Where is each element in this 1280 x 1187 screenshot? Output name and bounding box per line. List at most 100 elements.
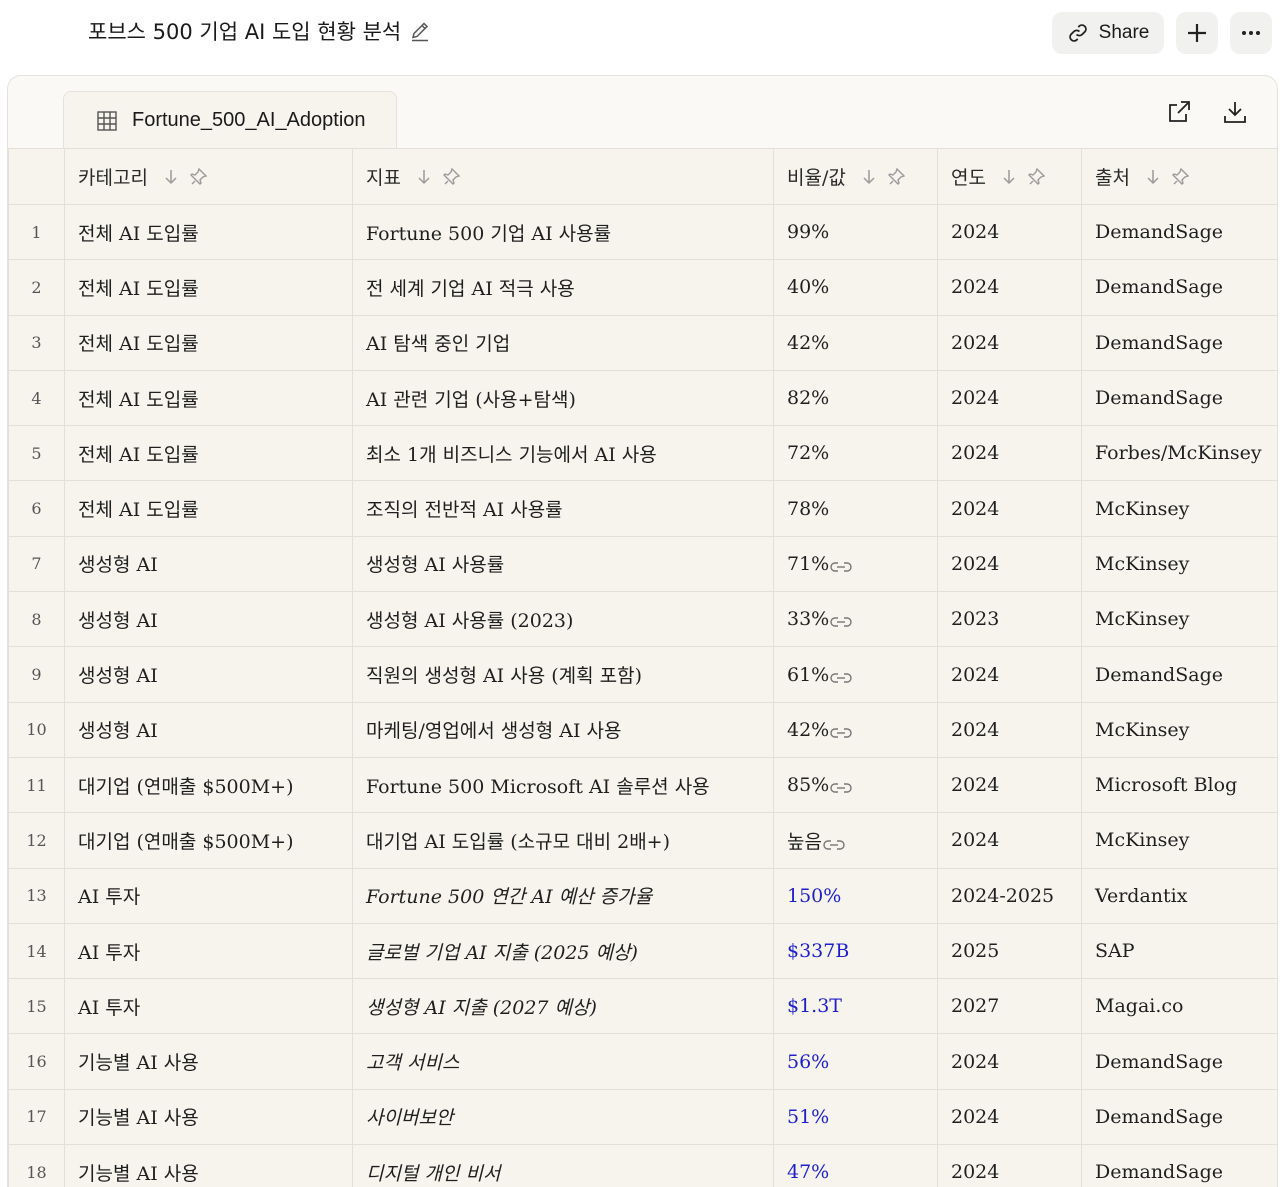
pin-icon[interactable] xyxy=(442,167,461,186)
source-cell[interactable]: DemandSage xyxy=(1081,369,1277,427)
table-row[interactable]: 16 기능별 AI 사용 고객 서비스 56% 2024 DemandSage xyxy=(8,1033,1277,1090)
table-row[interactable]: 8 생성형 AI 생성형 AI 사용률 (2023) 33% 2023 McKinsey xyxy=(8,591,1277,648)
metric-cell[interactable]: Fortune 500 기업 AI 사용률 xyxy=(352,203,774,261)
table-row[interactable]: 3 전체 AI 도입률 AI 탐색 중인 기업 42% 2024 DemandSage xyxy=(8,314,1277,371)
table-row[interactable]: 5 전체 AI 도입률 최소 1개 비즈니스 기능에서 AI 사용 72% 2024 Fo… xyxy=(8,425,1277,482)
metric-cell[interactable]: 생성형 AI 사용률 (2023) xyxy=(352,591,774,648)
metric-cell[interactable]: 마케팅/영업에서 생성형 AI 사용 xyxy=(352,701,774,758)
metric-cell[interactable]: 글로벌 기업 AI 지출 (2025 예상) xyxy=(352,922,774,980)
category-cell[interactable]: 전체 AI 도입률 xyxy=(64,203,353,261)
sort-icon[interactable] xyxy=(1146,168,1160,186)
source-cell[interactable]: DemandSage xyxy=(1081,646,1277,703)
table-row[interactable]: 1 전체 AI 도입률 Fortune 500 기업 AI 사용률 99% 2024 De… xyxy=(8,203,1277,261)
category-cell[interactable]: 기능별 AI 사용 xyxy=(64,1033,353,1090)
value-cell[interactable]: 51% xyxy=(773,1088,938,1146)
value-cell[interactable]: 47% xyxy=(773,1144,938,1187)
column-header[interactable]: 출처 xyxy=(1081,148,1277,205)
value-cell[interactable]: 150% xyxy=(773,867,938,924)
source-cell[interactable]: Microsoft Blog xyxy=(1081,756,1277,814)
source-cell[interactable]: Verdantix xyxy=(1081,867,1277,924)
year-cell[interactable]: 2024 xyxy=(937,756,1082,814)
source-cell[interactable]: DemandSage xyxy=(1081,203,1277,261)
year-cell[interactable]: 2024 xyxy=(937,1088,1082,1146)
source-cell[interactable]: DemandSage xyxy=(1081,1033,1277,1090)
category-cell[interactable]: 대기업 (연매출 $500M+) xyxy=(64,756,353,814)
sort-icon[interactable] xyxy=(164,168,178,186)
source-cell[interactable]: Forbes/McKinsey xyxy=(1081,425,1277,482)
category-cell[interactable]: 생성형 AI xyxy=(64,591,353,648)
value-cell[interactable]: 42% xyxy=(773,314,938,371)
pin-icon[interactable] xyxy=(1171,167,1190,186)
table-row[interactable]: 15 AI 투자 생성형 AI 지출 (2027 예상) $1.3T 2027 Magai… xyxy=(8,978,1277,1035)
add-button[interactable] xyxy=(1176,12,1218,54)
column-header[interactable]: 카테고리 xyxy=(64,148,353,205)
column-header[interactable]: 연도 xyxy=(937,148,1082,205)
metric-cell[interactable]: 전 세계 기업 AI 적극 사용 xyxy=(352,259,774,316)
category-cell[interactable]: 기능별 AI 사용 xyxy=(64,1088,353,1146)
value-cell[interactable]: 40% xyxy=(773,259,938,316)
sort-icon[interactable] xyxy=(1002,168,1016,186)
year-cell[interactable]: 2024 xyxy=(937,1033,1082,1090)
table-row[interactable]: 17 기능별 AI 사용 사이버보안 51% 2024 DemandSage xyxy=(8,1088,1277,1146)
source-cell[interactable]: DemandSage xyxy=(1081,1144,1277,1187)
metric-cell[interactable]: 고객 서비스 xyxy=(352,1033,774,1090)
year-cell[interactable]: 2024 xyxy=(937,701,1082,758)
value-cell[interactable]: $337B xyxy=(773,922,938,980)
source-cell[interactable]: DemandSage xyxy=(1081,259,1277,316)
source-cell[interactable]: McKinsey xyxy=(1081,591,1277,648)
table-row[interactable]: 9 생성형 AI 직원의 생성형 AI 사용 (계획 포함) 61% 2024 Deman… xyxy=(8,646,1277,703)
category-cell[interactable]: 전체 AI 도입률 xyxy=(64,425,353,482)
table-row[interactable]: 14 AI 투자 글로벌 기업 AI 지출 (2025 예상) $337B 2025 SA… xyxy=(8,922,1277,980)
year-cell[interactable]: 2024 xyxy=(937,203,1082,261)
table-row[interactable]: 10 생성형 AI 마케팅/영업에서 생성형 AI 사용 42% 2024 McKinse… xyxy=(8,701,1277,758)
column-header[interactable]: 지표 xyxy=(352,148,774,205)
value-cell[interactable]: 78% xyxy=(773,480,938,537)
year-cell[interactable]: 2024 xyxy=(937,425,1082,482)
metric-cell[interactable]: Fortune 500 연간 AI 예산 증가율 xyxy=(352,867,774,924)
year-cell[interactable]: 2024 xyxy=(937,369,1082,427)
sort-icon[interactable] xyxy=(417,168,431,186)
source-cell[interactable]: Magai.co xyxy=(1081,978,1277,1035)
pencil-icon[interactable] xyxy=(409,20,431,42)
category-cell[interactable]: 생성형 AI xyxy=(64,701,353,758)
source-cell[interactable]: McKinsey xyxy=(1081,480,1277,537)
download-icon[interactable] xyxy=(1221,98,1249,126)
category-cell[interactable]: 전체 AI 도입률 xyxy=(64,314,353,371)
table-row[interactable]: 12 대기업 (연매출 $500M+) 대기업 AI 도입률 (소규모 대비 2배+… xyxy=(8,812,1277,869)
category-cell[interactable]: AI 투자 xyxy=(64,867,353,924)
year-cell[interactable]: 2023 xyxy=(937,591,1082,648)
table-row[interactable]: 13 AI 투자 Fortune 500 연간 AI 예산 증가율 150% 2024-… xyxy=(8,867,1277,924)
table-row[interactable]: 6 전체 AI 도입률 조직의 전반적 AI 사용률 78% 2024 McKinsey xyxy=(8,480,1277,537)
value-cell[interactable]: $1.3T xyxy=(773,978,938,1035)
category-cell[interactable]: 생성형 AI xyxy=(64,646,353,703)
table-row[interactable]: 7 생성형 AI 생성형 AI 사용률 71% 2024 McKinsey xyxy=(8,535,1277,593)
file-tab[interactable]: Fortune_500_AI_Adoption xyxy=(63,91,397,149)
category-cell[interactable]: AI 투자 xyxy=(64,978,353,1035)
sort-icon[interactable] xyxy=(862,168,876,186)
value-cell[interactable]: 높음 xyxy=(773,812,938,869)
metric-cell[interactable]: AI 관련 기업 (사용+탐색) xyxy=(352,369,774,427)
category-cell[interactable]: 기능별 AI 사용 xyxy=(64,1144,353,1187)
share-button[interactable]: Share xyxy=(1052,12,1164,54)
source-cell[interactable]: McKinsey xyxy=(1081,535,1277,593)
pin-icon[interactable] xyxy=(1027,167,1046,186)
source-cell[interactable]: McKinsey xyxy=(1081,812,1277,869)
metric-cell[interactable]: 디지털 개인 비서 xyxy=(352,1144,774,1187)
source-cell[interactable]: DemandSage xyxy=(1081,1088,1277,1146)
source-cell[interactable]: SAP xyxy=(1081,922,1277,980)
metric-cell[interactable]: 생성형 AI 지출 (2027 예상) xyxy=(352,978,774,1035)
year-cell[interactable]: 2024 xyxy=(937,259,1082,316)
open-external-icon[interactable] xyxy=(1165,98,1193,126)
table-row[interactable]: 4 전체 AI 도입률 AI 관련 기업 (사용+탐색) 82% 2024 DemandS… xyxy=(8,369,1277,427)
category-cell[interactable]: 전체 AI 도입률 xyxy=(64,480,353,537)
document-title[interactable]: 포브스 500 기업 AI 도입 현황 분석 xyxy=(88,16,431,46)
year-cell[interactable]: 2024 xyxy=(937,535,1082,593)
year-cell[interactable]: 2024-2025 xyxy=(937,867,1082,924)
metric-cell[interactable]: 사이버보안 xyxy=(352,1088,774,1146)
metric-cell[interactable]: 대기업 AI 도입률 (소규모 대비 2배+) xyxy=(352,812,774,869)
metric-cell[interactable]: AI 탐색 중인 기업 xyxy=(352,314,774,371)
metric-cell[interactable]: 생성형 AI 사용률 xyxy=(352,535,774,593)
category-cell[interactable]: 전체 AI 도입률 xyxy=(64,369,353,427)
pin-icon[interactable] xyxy=(887,167,906,186)
year-cell[interactable]: 2024 xyxy=(937,480,1082,537)
